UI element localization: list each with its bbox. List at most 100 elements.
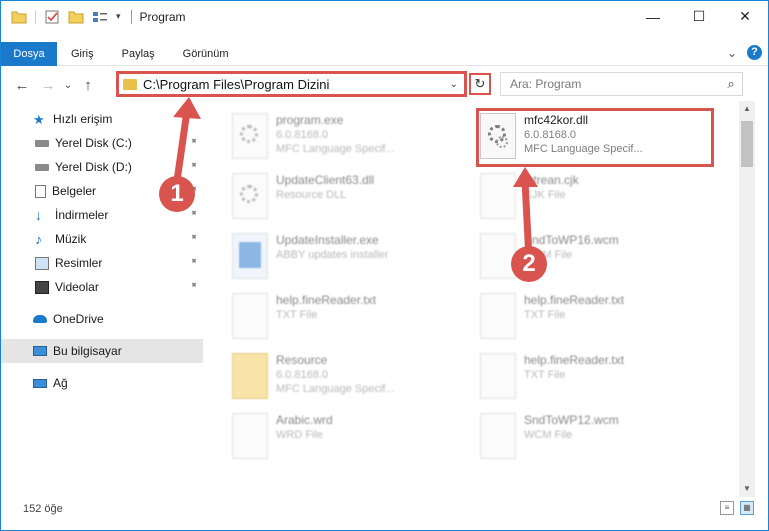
sidebar-item-local-disk-c[interactable]: Yerel Disk (C:) ✦ [1, 131, 203, 155]
sidebar-item-label: Resimler [55, 256, 103, 270]
explorer-window: ▾ Program — ☐ ✕ Dosya Giriş Paylaş Görün… [0, 0, 769, 531]
title-divider [130, 9, 132, 24]
address-path[interactable]: C:\Program Files\Program Dizini [143, 77, 450, 92]
file-type: WRD File [276, 429, 324, 441]
file-name: SndToWP12.wcm [524, 413, 619, 427]
document-file-icon [480, 173, 516, 219]
sidebar-item-label: Yerel Disk (C:) [55, 136, 132, 150]
file-item[interactable]: SndToWP16.wcm WCM File [454, 227, 694, 285]
sidebar-item-label: Yerel Disk (D:) [55, 160, 132, 174]
step-1-badge: 1 [159, 176, 195, 212]
file-item[interactable]: program.exe 6.0.8168.0 MFC Language Specif… [206, 107, 446, 165]
title-bar: ▾ Program — ☐ ✕ [1, 1, 768, 32]
pin-icon[interactable]: ✦ [186, 159, 200, 173]
tab-share[interactable]: Paylaş [108, 42, 169, 66]
sidebar-item-music[interactable]: ♪ Müzik ✦ [1, 227, 203, 251]
window-controls: — ☐ ✕ [630, 1, 768, 32]
installer-icon [239, 242, 261, 268]
pictures-icon [35, 256, 49, 270]
drive-icon [35, 163, 49, 171]
file-name: SndToWP16.wcm [524, 233, 619, 247]
file-item[interactable]: SndToWP12.wcm WCM File [454, 407, 694, 465]
tab-view[interactable]: Görünüm [169, 42, 243, 66]
sidebar-item-this-pc[interactable]: Bu bilgisayar [1, 339, 203, 363]
sidebar-item-label: Ağ [53, 376, 68, 390]
file-item[interactable]: UpdateInstaller.exe ABBY updates installe… [206, 227, 446, 285]
file-item[interactable]: help.fineReader.txt TXT File [454, 347, 694, 405]
sidebar-item-label: Belgeler [52, 184, 97, 198]
customize-toolbar-chevron-icon[interactable]: ▾ [116, 11, 121, 22]
documents-icon [35, 184, 46, 198]
address-bar[interactable]: C:\Program Files\Program Dizini ⌄ [116, 71, 467, 97]
back-button[interactable]: ← [9, 77, 35, 94]
close-button[interactable]: ✕ [722, 1, 768, 32]
pin-icon[interactable]: ✦ [186, 231, 200, 245]
folder-icon [123, 78, 137, 90]
file-name: lutrean.cjk [524, 173, 579, 187]
expand-ribbon-chevron-icon[interactable]: ⌄ [727, 46, 737, 60]
sidebar-item-pictures[interactable]: Resimler ✦ [1, 251, 203, 275]
large-icons-view-icon[interactable]: ▦ [740, 501, 754, 515]
pin-icon[interactable]: ✦ [186, 255, 200, 269]
view-switcher: ≡ ▦ [720, 501, 754, 515]
sidebar-item-label: Müzik [55, 232, 87, 246]
file-type: WCM File [524, 429, 573, 441]
up-button[interactable]: ↑ [75, 77, 101, 94]
pin-icon[interactable]: ✦ [186, 207, 200, 221]
sidebar-item-videos[interactable]: Videolar ✦ [1, 275, 203, 299]
file-description: MFC Language Specif... [276, 383, 395, 395]
search-input[interactable]: Ara: Program [510, 77, 720, 91]
refresh-button[interactable]: ↻ [469, 73, 491, 95]
new-folder-icon[interactable] [68, 10, 84, 24]
maximize-button[interactable]: ☐ [676, 1, 722, 32]
recent-locations-chevron-icon[interactable]: ⌄ [61, 80, 75, 91]
folder-icon[interactable] [11, 10, 27, 24]
tab-home[interactable]: Giriş [57, 42, 108, 66]
sidebar-item-network[interactable]: Ağ [1, 371, 203, 395]
file-item[interactable]: UpdateClient63.dll Resource DLL [206, 167, 446, 225]
pin-icon[interactable]: ✦ [186, 135, 200, 149]
sidebar-item-label: OneDrive [53, 312, 104, 326]
file-name: help.fineReader.txt [276, 293, 377, 307]
properties-icon[interactable] [44, 10, 60, 24]
scrollbar-thumb[interactable] [741, 121, 753, 167]
help-icon[interactable]: ? [747, 45, 762, 60]
star-icon: ★ [33, 111, 45, 127]
file-item[interactable]: Resource 6.0.8168.0 MFC Language Specif... [206, 347, 446, 405]
search-icon[interactable]: ⌕ [720, 76, 742, 92]
text-file-icon [480, 353, 516, 399]
file-name: Arabic.wrd [276, 413, 333, 427]
tab-file[interactable]: Dosya [1, 41, 57, 66]
cloud-icon [33, 315, 47, 323]
highlight-box-dll [476, 108, 714, 167]
file-item[interactable]: help.fineReader.txt TXT File [206, 287, 446, 345]
file-item[interactable]: Arabic.wrd WRD File [206, 407, 446, 465]
exe-file-icon [232, 113, 268, 159]
pin-icon[interactable]: ✦ [186, 279, 200, 293]
sidebar-item-quick-access[interactable]: ★ Hızlı erişim [1, 107, 203, 131]
document-file-icon [232, 413, 268, 459]
file-name: UpdateClient63.dll [276, 173, 375, 187]
text-file-icon [232, 293, 268, 339]
videos-icon [35, 280, 49, 294]
file-item[interactable]: help.fineReader.txt TXT File [454, 287, 694, 345]
music-icon: ♪ [35, 230, 42, 247]
vertical-scrollbar[interactable]: ▲ ▼ [739, 101, 755, 497]
view-options-icon[interactable] [92, 10, 108, 24]
details-view-icon[interactable]: ≡ [720, 501, 734, 515]
file-version: 6.0.8168.0 [276, 369, 328, 381]
file-item[interactable]: lutrean.cjk CJK File [454, 167, 694, 225]
scroll-down-arrow-icon[interactable]: ▼ [739, 481, 755, 497]
address-dropdown-chevron-icon[interactable]: ⌄ [450, 79, 458, 90]
search-box[interactable]: Ara: Program ⌕ [500, 72, 743, 96]
file-type: Resource DLL [276, 189, 347, 201]
forward-button[interactable]: → [35, 77, 61, 94]
ribbon-right-controls: ⌄ ? [727, 45, 762, 60]
scroll-up-arrow-icon[interactable]: ▲ [739, 101, 755, 117]
dll-file-icon [232, 173, 268, 219]
sidebar-item-onedrive[interactable]: OneDrive [1, 307, 203, 331]
download-icon: ↓ [35, 206, 42, 223]
minimize-button[interactable]: — [630, 1, 676, 32]
